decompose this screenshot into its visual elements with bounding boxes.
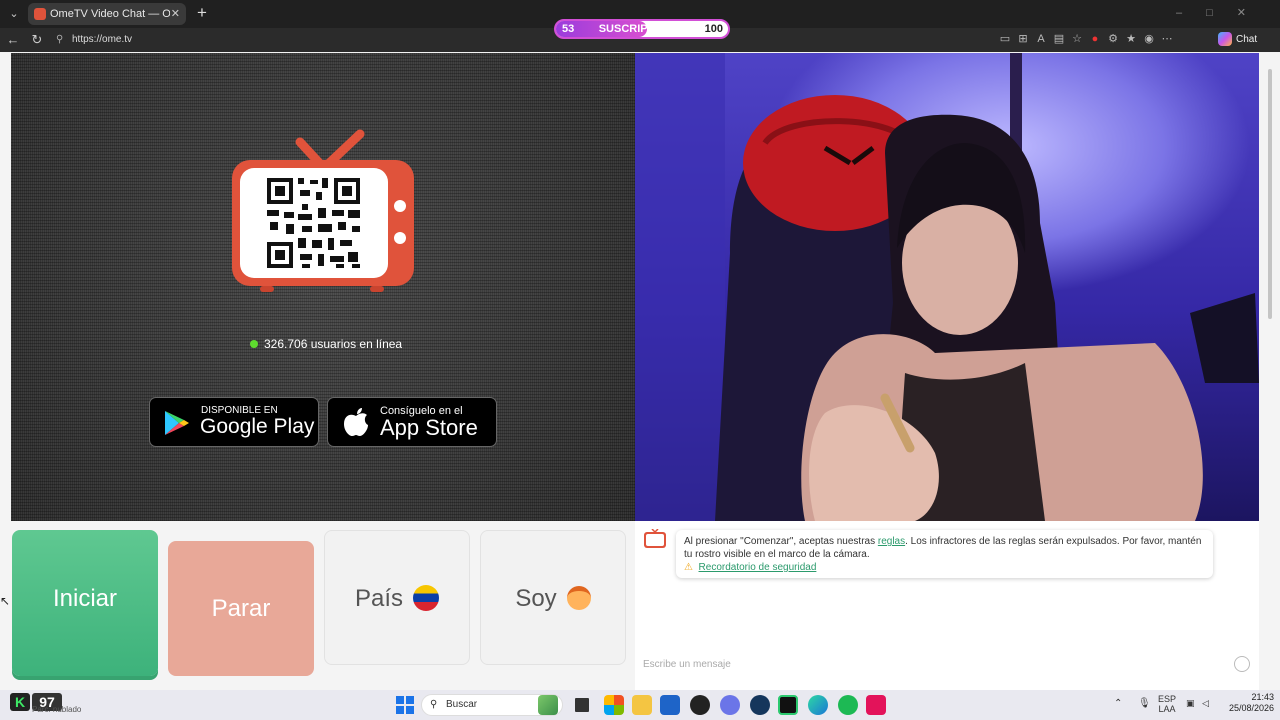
language-code: ESP xyxy=(1158,694,1177,704)
subscriber-goal-overlay: 53 SUSCRIPTORES 100 xyxy=(554,19,730,39)
page-scrollbar[interactable] xyxy=(1259,53,1280,690)
google-play-large-text: Google Play xyxy=(200,415,315,438)
apple-icon xyxy=(344,408,368,436)
taskbar-search-placeholder: Buscar xyxy=(446,699,478,710)
favorite-star-icon[interactable]: ☆ xyxy=(1068,32,1086,45)
google-play-icon xyxy=(165,411,189,435)
steam-icon[interactable] xyxy=(750,695,770,715)
online-users-count: 326.706 usuarios en línea xyxy=(264,337,403,351)
edge-icon[interactable] xyxy=(808,695,828,715)
stranger-video xyxy=(635,53,1259,521)
country-filter-button[interactable]: País xyxy=(324,530,470,665)
chat-input-placeholder: Escribe un mensaje xyxy=(643,659,731,670)
favorites-icon[interactable]: ★ xyxy=(1122,32,1140,45)
search-icon: ⚲ xyxy=(430,699,438,710)
online-users-status: 326.706 usuarios en línea xyxy=(250,337,402,351)
start-button[interactable]: Iniciar xyxy=(12,530,158,676)
google-play-badge[interactable]: DISPONIBLE EN Google Play xyxy=(149,397,319,447)
ometv-favicon-icon xyxy=(34,8,46,20)
new-tab-icon[interactable]: + xyxy=(192,3,212,23)
gender-button-label: Soy xyxy=(515,585,557,612)
browser-tab[interactable]: OmeTV Video Chat — Omeg ✕ xyxy=(28,3,186,25)
rules-link[interactable]: reglas xyxy=(878,536,905,547)
back-icon[interactable]: ← xyxy=(5,32,21,48)
country-button-label: País xyxy=(354,585,404,612)
ms-store-icon[interactable] xyxy=(660,695,680,715)
file-explorer-icon[interactable] xyxy=(632,695,652,715)
ometv-qr-tv-logo[interactable] xyxy=(232,128,416,292)
subscriber-label: SUSCRIPTORES xyxy=(598,23,686,35)
k-logo-icon: K xyxy=(10,693,30,711)
reload-icon[interactable]: ↻ xyxy=(29,32,45,48)
volume-icon[interactable]: ◁ xyxy=(1202,698,1209,709)
tray-overflow-icon[interactable]: ⌃ xyxy=(1114,698,1122,709)
tab-actions-icon[interactable]: ⌄ xyxy=(6,6,22,22)
reader-icon[interactable]: ▤ xyxy=(1050,32,1068,45)
gender-select-button[interactable]: Soy xyxy=(480,530,626,665)
url-text[interactable]: https://ome.tv xyxy=(72,30,132,50)
emoji-icon[interactable] xyxy=(1234,656,1250,672)
github-icon[interactable] xyxy=(690,695,710,715)
tab-close-icon[interactable]: ✕ xyxy=(171,3,180,25)
subscriber-goal: 100 xyxy=(704,23,723,35)
discord-icon[interactable] xyxy=(720,695,740,715)
copilot-icon xyxy=(1218,32,1232,47)
browser-toolbar: ▭ ⊞ A ▤ ☆ ● ⚙ ★ ◉ ⋯ xyxy=(996,32,1206,48)
network-icon[interactable]: ▣ xyxy=(1186,698,1195,709)
spotify-icon[interactable] xyxy=(838,695,858,715)
tiktok-icon[interactable] xyxy=(866,695,886,715)
tab-title: OmeTV Video Chat — Omeg xyxy=(50,8,170,20)
task-view-icon[interactable] xyxy=(572,695,592,715)
rules-notice-prefix: Al presionar "Comenzar", aceptas nuestra… xyxy=(684,536,878,547)
weather-condition: Parc. nublado xyxy=(32,705,82,714)
profile-avatar[interactable]: ◉ xyxy=(1140,32,1158,45)
address-bar[interactable]: ⚲ https://ome.tv xyxy=(52,30,988,50)
extension-red-icon[interactable]: ● xyxy=(1086,33,1104,45)
windows-start-icon[interactable] xyxy=(396,696,414,714)
venezuela-flag-icon xyxy=(413,584,440,611)
clock-date: 25/08/2026 xyxy=(1228,703,1274,713)
safety-reminder-link[interactable]: Recordatorio de seguridad xyxy=(699,562,817,573)
system-tray: ⌃ 🎙︎ ESP LAA ▣ ◁ xyxy=(1114,694,1218,716)
chat-input[interactable]: Escribe un mensaje xyxy=(643,659,1203,673)
more-icon[interactable]: ⋯ xyxy=(1158,32,1176,45)
scrollbar-thumb[interactable] xyxy=(1268,69,1272,319)
window-controls[interactable]: –□✕ xyxy=(1176,6,1270,19)
language-indicator[interactable]: ESP LAA xyxy=(1158,694,1176,714)
copilot-chat-button[interactable]: Chat xyxy=(1218,32,1257,48)
safety-reminder-row: ⚠ Recordatorio de seguridad xyxy=(684,561,816,574)
mouse-cursor-icon: ↖ xyxy=(0,594,11,608)
obs-like-app-icon[interactable] xyxy=(778,695,798,715)
translate-icon[interactable]: A xyxy=(1032,33,1050,45)
extensions-icon[interactable]: ⚙ xyxy=(1104,32,1122,45)
copilot-label: Chat xyxy=(1236,34,1258,45)
app-store-badge[interactable]: Consíguelo en el App Store xyxy=(327,397,497,447)
microphone-icon[interactable]: 🎙︎ xyxy=(1138,698,1151,709)
boy-emoji-icon xyxy=(566,585,591,610)
taskbar-clock[interactable]: 21:43 25/08/2026 xyxy=(1222,692,1274,716)
clock-time: 21:43 xyxy=(1251,692,1274,702)
ometv-chat-avatar-icon xyxy=(644,529,666,548)
rules-notice: Al presionar "Comenzar", aceptas nuestra… xyxy=(684,535,1206,561)
warning-icon: ⚠ xyxy=(684,562,693,573)
start-button-label: Iniciar xyxy=(52,585,118,612)
camera-icon[interactable]: ▭ xyxy=(996,32,1014,45)
online-dot-icon xyxy=(250,339,258,348)
site-info-icon[interactable]: ⚲ xyxy=(56,32,63,48)
system-message: Al presionar "Comenzar", aceptas nuestra… xyxy=(676,530,1213,578)
keyboard-layout: LAA xyxy=(1158,704,1176,714)
stop-button[interactable]: Parar xyxy=(168,541,314,676)
widgets-app-icon[interactable] xyxy=(538,695,558,715)
stop-button-label: Parar xyxy=(211,595,271,622)
apps-icon[interactable]: ⊞ xyxy=(1014,32,1032,45)
copilot-app-icon[interactable] xyxy=(604,695,624,715)
weather-widget[interactable]: K 97 Parc. nublado xyxy=(10,693,90,717)
app-store-large-text: App Store xyxy=(380,415,478,440)
stranger-video-frame xyxy=(635,53,1259,521)
